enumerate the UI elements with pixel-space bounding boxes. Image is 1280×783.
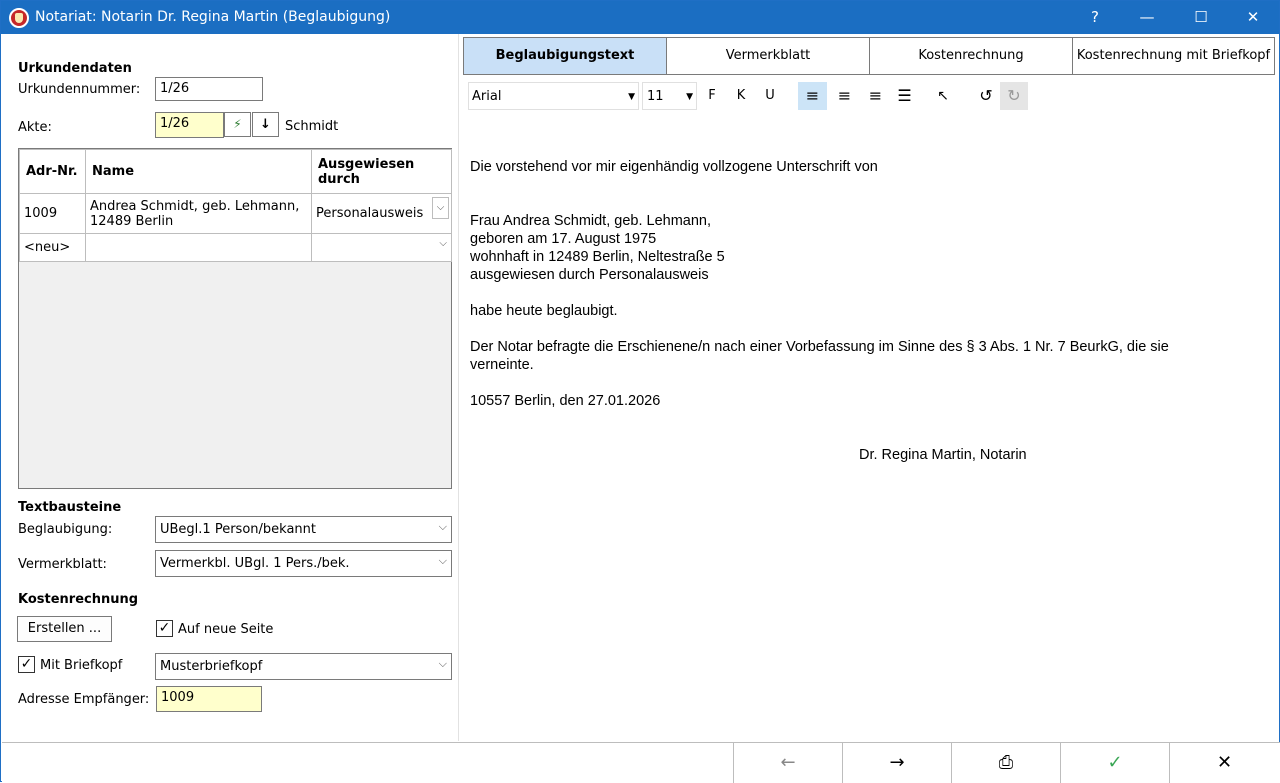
urkundennummer-input[interactable]: 1/26 [155,77,263,101]
italic-button[interactable]: K [729,82,753,110]
chevron-down-icon: ⌵ [438,554,447,567]
mit-briefkopf-checkbox[interactable]: ✓ [18,656,35,673]
doc-line: verneinte. [470,357,534,373]
akte-flash-button[interactable]: ⚡ [224,112,251,137]
align-right-icon[interactable]: ≡ [861,82,890,110]
doc-line: ausgewiesen durch Personalausweis [470,267,709,283]
tab-kostenrechnung-briefkopf[interactable]: Kostenrechnung mit Briefkopf [1073,37,1275,75]
lightning-icon: ⚡ [233,117,242,131]
left-panel: Urkundendaten Urkundennummer: 1/26 Akte:… [2,34,459,741]
urkundendaten-heading: Urkundendaten [18,61,132,76]
redo-icon[interactable]: ↻ [1000,82,1028,110]
cancel-close-icon[interactable]: ✕ [1169,743,1279,783]
window-title: Notariat: Notarin Dr. Regina Martin (Beg… [35,9,391,25]
briefkopf-value: Musterbriefkopf [160,659,263,674]
title-bar: Notariat: Notarin Dr. Regina Martin (Beg… [1,1,1279,34]
app-logo-icon [9,8,29,28]
erstellen-button[interactable]: Erstellen ... [17,616,112,642]
cell-name-line2: 12489 Berlin [90,213,174,229]
footer-bar: ← → ⎙ ✓ ✕ [2,742,1280,783]
document-text-area[interactable]: Die vorstehend vor mir eigenhändig vollz… [470,158,1270,464]
editor-toolbar: Arial ▼ 11 ▼ F K U ≡ ≡ ≡ ☰ ↖ ↺ ↻ [468,82,1068,110]
doc-line: habe heute beglaubigt. [470,303,618,319]
right-panel: Beglaubigungstext Vermerkblatt Kostenrec… [461,34,1279,741]
doc-line: Frau Andrea Schmidt, geb. Lehmann, [470,213,712,229]
align-left-icon[interactable]: ≡ [798,82,827,110]
auf-neue-seite-checkbox[interactable]: ✓ [156,620,173,637]
doc-line: Die vorstehend vor mir eigenhändig vollz… [470,159,878,175]
undo-icon[interactable]: ↺ [974,82,998,110]
cell-name[interactable] [85,233,312,262]
vermerkblatt-label: Vermerkblatt: [18,557,107,572]
doc-line: Der Notar befragte die Erschienene/n nac… [470,339,1169,355]
ok-check-icon[interactable]: ✓ [1060,743,1169,783]
column-header-ausgewiesen[interactable]: Ausgewiesen durch [311,149,452,194]
beglaubigung-value: UBegl.1 Person/bekannt [160,522,316,537]
urkundennummer-label: Urkundennummer: [18,82,141,97]
doc-line: geboren am 17. August 1975 [470,231,657,247]
minimize-button[interactable]: — [1121,1,1173,34]
cell-adr-nr[interactable]: <neu> [19,233,86,262]
tab-bar: Beglaubigungstext Vermerkblatt Kostenrec… [463,37,1275,75]
chevron-down-icon: ⌵ [438,520,447,533]
beteiligte-table: Adr-Nr. Name Ausgewiesen durch 1009 Andr… [18,148,452,489]
tab-kostenrechnung[interactable]: Kostenrechnung [870,37,1073,75]
align-center-icon[interactable]: ≡ [830,82,859,110]
column-header-name[interactable]: Name [85,149,312,194]
font-size-select[interactable]: 11 ▼ [642,82,697,110]
akte-label: Akte: [18,120,52,135]
beglaubigung-label: Beglaubigung: [18,522,113,537]
tab-vermerkblatt[interactable]: Vermerkblatt [667,37,870,75]
table-row[interactable]: 1009 Andrea Schmidt, geb. Lehmann, 12489… [19,193,452,234]
back-arrow-icon[interactable]: ← [733,743,842,783]
help-button[interactable]: ? [1069,1,1121,34]
align-justify-icon[interactable]: ☰ [890,82,919,110]
cell-name-line1: Andrea Schmidt, geb. Lehmann, [90,198,300,214]
akte-name-text: Schmidt [285,119,339,134]
caret-down-icon: ▼ [628,92,635,102]
cell-adr-nr[interactable]: 1009 [19,193,86,234]
font-family-select[interactable]: Arial ▼ [468,82,639,110]
print-icon[interactable]: ⎙ [951,743,1060,783]
font-size-value: 11 [647,89,664,104]
mit-briefkopf-label: Mit Briefkopf [40,658,123,673]
vermerkblatt-value: Vermerkbl. UBgl. 1 Pers./bek. [160,556,350,571]
underline-button[interactable]: U [758,82,782,110]
beglaubigung-select[interactable]: UBegl.1 Person/bekannt ⌵ [155,516,452,543]
doc-line: 10557 Berlin, den 27.01.2026 [470,393,661,409]
close-window-button[interactable]: ✕ [1227,1,1279,34]
table-row[interactable]: <neu> ⌵ [19,233,452,262]
adresse-empfaenger-input[interactable]: 1009 [156,686,262,712]
font-family-value: Arial [472,89,502,104]
maximize-button[interactable]: ☐ [1175,1,1227,34]
auf-neue-seite-label: Auf neue Seite [178,622,274,637]
column-header-adr-nr[interactable]: Adr-Nr. [19,149,86,194]
akte-input[interactable]: 1/26 [155,112,224,138]
cell-ausgewiesen[interactable]: ⌵ [311,233,452,262]
kostenrechnung-heading: Kostenrechnung [18,592,139,607]
briefkopf-select[interactable]: Musterbriefkopf ⌵ [155,653,452,680]
vermerkblatt-select[interactable]: Vermerkbl. UBgl. 1 Pers./bek. ⌵ [155,550,452,577]
cell-ausgewiesen-value: Personalausweis [316,206,424,221]
chevron-down-icon[interactable]: ⌵ [432,197,449,219]
doc-line: wohnhaft in 12489 Berlin, Neltestraße 5 [470,249,725,265]
akte-down-button[interactable]: ↓ [252,112,279,137]
caret-down-icon: ▼ [686,92,693,102]
cell-name[interactable]: Andrea Schmidt, geb. Lehmann, 12489 Berl… [85,193,312,234]
chevron-down-icon[interactable]: ⌵ [439,238,447,249]
bold-button[interactable]: F [700,82,724,110]
tab-beglaubigungstext[interactable]: Beglaubigungstext [463,37,667,75]
arrow-down-icon: ↓ [260,117,271,132]
adresse-empfaenger-label: Adresse Empfänger: [18,692,150,707]
chevron-down-icon: ⌵ [438,657,447,670]
doc-signature: Dr. Regina Martin, Notarin [859,447,1027,463]
pointer-icon[interactable]: ↖ [931,82,955,110]
cell-ausgewiesen[interactable]: Personalausweis ⌵ [311,193,452,234]
forward-arrow-icon[interactable]: → [842,743,951,783]
dialog-window: Notariat: Notarin Dr. Regina Martin (Beg… [0,0,1280,783]
textbausteine-heading: Textbausteine [18,500,122,515]
